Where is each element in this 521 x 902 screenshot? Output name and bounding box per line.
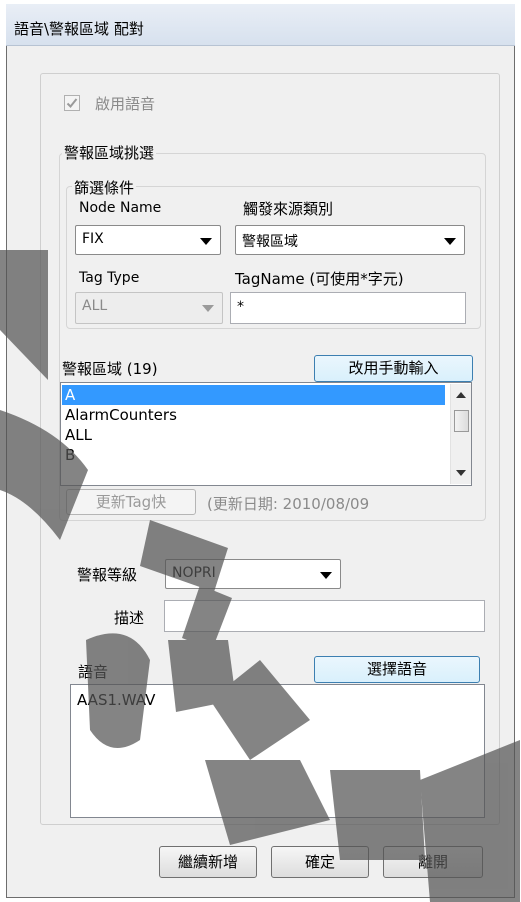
- enable-voice-label: 啟用語音: [95, 95, 156, 113]
- scroll-up-icon[interactable]: [456, 392, 466, 398]
- continue-add-button[interactable]: 繼續新增: [159, 846, 257, 878]
- alarm-area-listbox[interactable]: A AlarmCounters ALL B: [60, 382, 472, 486]
- tag-type-label: Tag Type: [79, 270, 140, 286]
- node-name-value: FIX: [82, 231, 104, 247]
- filter-group-legend: 篩選條件: [72, 177, 137, 198]
- list-item[interactable]: B: [62, 445, 445, 465]
- alarm-level-label: 警報等級: [77, 566, 138, 584]
- chevron-down-icon: [202, 305, 214, 312]
- update-tag-button[interactable]: 更新Tag快: [66, 489, 196, 515]
- enable-voice-checkbox[interactable]: [64, 95, 80, 111]
- window-title: 語音\警報區域 配對: [14, 20, 144, 38]
- voice-listbox[interactable]: AAS1.WAV: [70, 684, 485, 818]
- ok-button[interactable]: 確定: [271, 846, 369, 878]
- alarm-level-combo[interactable]: NOPRI: [165, 559, 341, 589]
- manual-input-button[interactable]: 改用手動輸入: [314, 355, 473, 382]
- alarm-level-value: NOPRI: [172, 565, 216, 581]
- node-name-combo[interactable]: FIX: [75, 225, 221, 255]
- scroll-thumb[interactable]: [454, 410, 469, 432]
- source-type-combo[interactable]: 警報區域: [235, 225, 465, 255]
- tag-type-value: ALL: [82, 298, 108, 314]
- update-date-text: (更新日期: 2010/08/09: [207, 495, 370, 513]
- source-type-label: 觸發來源類別: [243, 200, 334, 218]
- alarm-area-group-legend: 警報區域挑選: [62, 142, 157, 163]
- tagname-label: TagName (可使用*字元): [235, 270, 404, 288]
- list-scrollbar[interactable]: [450, 384, 471, 484]
- list-item[interactable]: A: [62, 385, 445, 405]
- node-name-label: Node Name: [79, 200, 162, 216]
- check-icon: [66, 98, 78, 108]
- description-label: 描述: [114, 609, 145, 627]
- list-item[interactable]: AlarmCounters: [62, 405, 445, 425]
- voice-label: 語音: [78, 663, 109, 681]
- tagname-input[interactable]: *: [230, 292, 466, 324]
- chevron-down-icon: [200, 238, 212, 245]
- select-voice-button[interactable]: 選擇語音: [314, 656, 480, 683]
- leave-button[interactable]: 離開: [383, 846, 483, 878]
- list-item[interactable]: AAS1.WAV: [77, 691, 155, 709]
- alarm-area-list-label: 警報區域 (19): [62, 360, 158, 378]
- tagname-value: *: [237, 299, 244, 315]
- chevron-down-icon: [320, 572, 332, 579]
- description-input[interactable]: [164, 600, 485, 632]
- tag-type-combo[interactable]: ALL: [75, 292, 223, 324]
- list-item[interactable]: ALL: [62, 425, 445, 445]
- chevron-down-icon: [444, 238, 456, 245]
- scroll-down-icon[interactable]: [456, 470, 466, 476]
- source-type-value: 警報區域: [242, 234, 298, 250]
